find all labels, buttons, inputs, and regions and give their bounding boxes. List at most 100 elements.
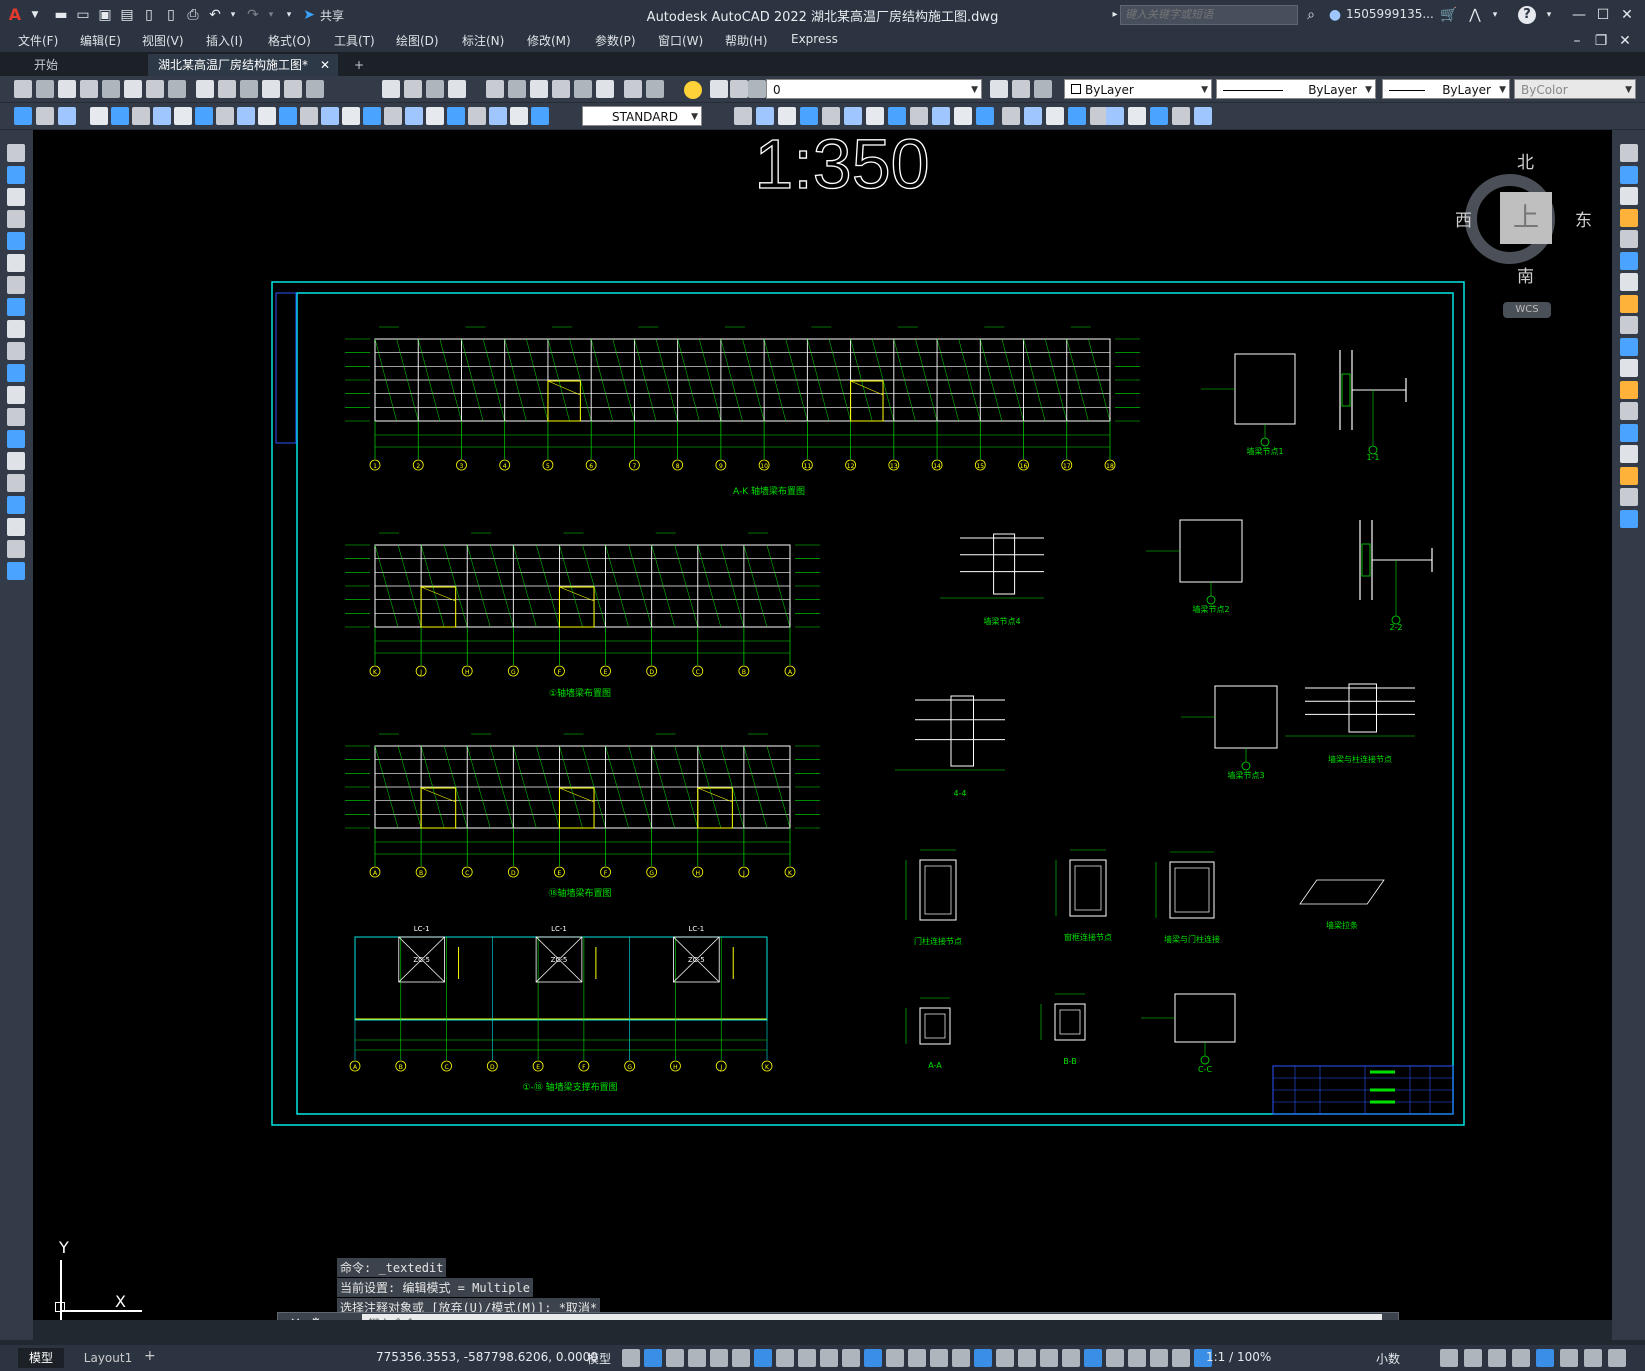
plotstyle-dropdown[interactable]: ByColor ▼ xyxy=(1514,79,1636,99)
draw-tool-icon[interactable] xyxy=(7,496,25,514)
toolbar-tool-icon[interactable] xyxy=(240,80,258,98)
drawing-canvas[interactable]: 1:350 1 2 3 4 5 6 7 8 9 10 11 12 13 14 15 16 17 18 K J H G F E D… xyxy=(33,130,1612,1320)
status-toggle-icon[interactable] xyxy=(732,1349,750,1367)
menu-express[interactable]: Express xyxy=(791,32,838,46)
toolbar-tool-icon[interactable] xyxy=(530,80,548,98)
toolbar-tool-icon[interactable] xyxy=(36,107,54,125)
menu-window[interactable]: 窗口(W) xyxy=(658,32,703,49)
modify-tool-icon[interactable] xyxy=(1620,230,1638,248)
toolbar-tool-icon[interactable] xyxy=(1024,107,1042,125)
save-as-icon[interactable]: ▤ xyxy=(118,6,136,24)
toolbar-tool-icon[interactable] xyxy=(124,80,142,98)
draw-tool-icon[interactable] xyxy=(7,474,25,492)
toolbar-tool-icon[interactable] xyxy=(216,107,234,125)
layer-on-icon[interactable] xyxy=(684,81,702,99)
toolbar-tool-icon[interactable] xyxy=(36,80,54,98)
status-toggle-icon[interactable] xyxy=(798,1349,816,1367)
menu-modify[interactable]: 修改(M) xyxy=(527,32,571,49)
viewcube-east[interactable]: 东 xyxy=(1575,206,1592,231)
modify-tool-icon[interactable] xyxy=(1620,423,1638,442)
draw-tool-icon[interactable] xyxy=(7,298,25,316)
add-layout-icon[interactable]: + xyxy=(144,1348,156,1364)
status-toggle-icon[interactable] xyxy=(1536,1349,1554,1367)
toolbar-tool-icon[interactable] xyxy=(306,80,324,98)
toolbar-tool-icon[interactable] xyxy=(363,107,381,125)
draw-tool-icon[interactable] xyxy=(7,144,25,162)
toolbar-tool-icon[interactable] xyxy=(111,107,129,125)
toolbar-tool-icon[interactable] xyxy=(80,80,98,98)
save-icon[interactable]: ▣ xyxy=(96,6,114,24)
toolbar-tool-icon[interactable] xyxy=(132,107,150,125)
toolbar-tool-icon[interactable] xyxy=(196,80,214,98)
doc-close-icon[interactable]: ✕ xyxy=(1616,32,1634,50)
close-icon[interactable]: ✕ xyxy=(1618,6,1636,24)
status-toggle-icon[interactable] xyxy=(776,1349,794,1367)
draw-tool-icon[interactable] xyxy=(7,210,25,228)
help-search-input[interactable] xyxy=(1120,5,1298,25)
status-toggle-icon[interactable] xyxy=(1512,1349,1530,1367)
toolbar-tool-icon[interactable] xyxy=(174,107,192,125)
maximize-icon[interactable]: ☐ xyxy=(1594,6,1612,24)
status-toggle-icon[interactable] xyxy=(996,1349,1014,1367)
toolbar-tool-icon[interactable] xyxy=(1150,107,1168,125)
toolbar-tool-icon[interactable] xyxy=(710,80,728,98)
save-web-icon[interactable]: ▯ xyxy=(162,6,180,24)
status-toggle-icon[interactable] xyxy=(1106,1349,1124,1367)
status-toggle-icon[interactable] xyxy=(974,1349,992,1367)
cart-icon[interactable]: 🛒 xyxy=(1440,6,1458,24)
toolbar-tool-icon[interactable] xyxy=(1046,107,1064,125)
status-toggle-icon[interactable] xyxy=(688,1349,706,1367)
status-toggle-icon[interactable] xyxy=(1560,1349,1578,1367)
toolbar-tool-icon[interactable] xyxy=(14,107,32,125)
status-toggle-icon[interactable] xyxy=(622,1349,640,1367)
toolbar-tool-icon[interactable] xyxy=(822,107,840,125)
undo-icon[interactable]: ↶ xyxy=(206,6,224,24)
modify-tool-icon[interactable] xyxy=(1620,208,1638,227)
modify-tool-icon[interactable] xyxy=(1620,165,1638,184)
toolbar-tool-icon[interactable] xyxy=(218,80,236,98)
toolbar-tool-icon[interactable] xyxy=(1172,107,1190,125)
draw-tool-icon[interactable] xyxy=(7,452,25,470)
toolbar-tool-icon[interactable] xyxy=(531,107,549,125)
toolbar-tool-icon[interactable] xyxy=(734,107,752,125)
toolbar-tool-icon[interactable] xyxy=(1068,107,1086,125)
menu-edit[interactable]: 编辑(E) xyxy=(80,32,121,49)
modify-tool-icon[interactable] xyxy=(1620,316,1638,334)
menu-parametric[interactable]: 参数(P) xyxy=(595,32,636,49)
status-toggle-icon[interactable] xyxy=(952,1349,970,1367)
toolbar-tool-icon[interactable] xyxy=(1002,107,1020,125)
toolbar-tool-icon[interactable] xyxy=(102,80,120,98)
customize-qa-icon[interactable]: ▾ xyxy=(280,6,298,24)
autodesk-app-dropdown-icon[interactable]: ▾ xyxy=(1486,6,1504,24)
status-toggle-icon[interactable] xyxy=(1128,1349,1146,1367)
help-dropdown-icon[interactable]: ▾ xyxy=(1540,6,1558,24)
status-toggle-icon[interactable] xyxy=(1018,1349,1036,1367)
minimize-icon[interactable]: — xyxy=(1570,6,1588,24)
modify-tool-icon[interactable] xyxy=(1620,488,1638,506)
status-toggle-icon[interactable] xyxy=(1172,1349,1190,1367)
menu-format[interactable]: 格式(O) xyxy=(268,32,311,49)
status-toggle-icon[interactable] xyxy=(842,1349,860,1367)
modify-tool-icon[interactable] xyxy=(1620,251,1638,270)
status-toggle-icon[interactable] xyxy=(1084,1349,1102,1367)
draw-tool-icon[interactable] xyxy=(7,408,25,426)
toolbar-tool-icon[interactable] xyxy=(646,80,664,98)
tab-model[interactable]: 模型 xyxy=(18,1348,64,1368)
toolbar-tool-icon[interactable] xyxy=(384,107,402,125)
toolbar-tool-icon[interactable] xyxy=(866,107,884,125)
draw-tool-icon[interactable] xyxy=(7,320,25,338)
draw-tool-icon[interactable] xyxy=(7,232,25,250)
modify-tool-icon[interactable] xyxy=(1620,380,1638,399)
draw-tool-icon[interactable] xyxy=(7,276,25,294)
toolbar-tool-icon[interactable] xyxy=(58,107,76,125)
toolbar-tool-icon[interactable] xyxy=(1194,107,1212,125)
toolbar-tool-icon[interactable] xyxy=(888,107,906,125)
command-input[interactable] xyxy=(362,1314,1382,1320)
status-toggle-icon[interactable] xyxy=(886,1349,904,1367)
share-label[interactable]: 共享 xyxy=(320,7,344,24)
status-toggle-icon[interactable] xyxy=(1150,1349,1168,1367)
redo-dropdown-icon[interactable]: ▾ xyxy=(262,6,280,24)
toolbar-tool-icon[interactable] xyxy=(447,107,465,125)
autodesk-app-icon[interactable]: ⋀ xyxy=(1466,6,1484,24)
status-toggle-icon[interactable] xyxy=(666,1349,684,1367)
